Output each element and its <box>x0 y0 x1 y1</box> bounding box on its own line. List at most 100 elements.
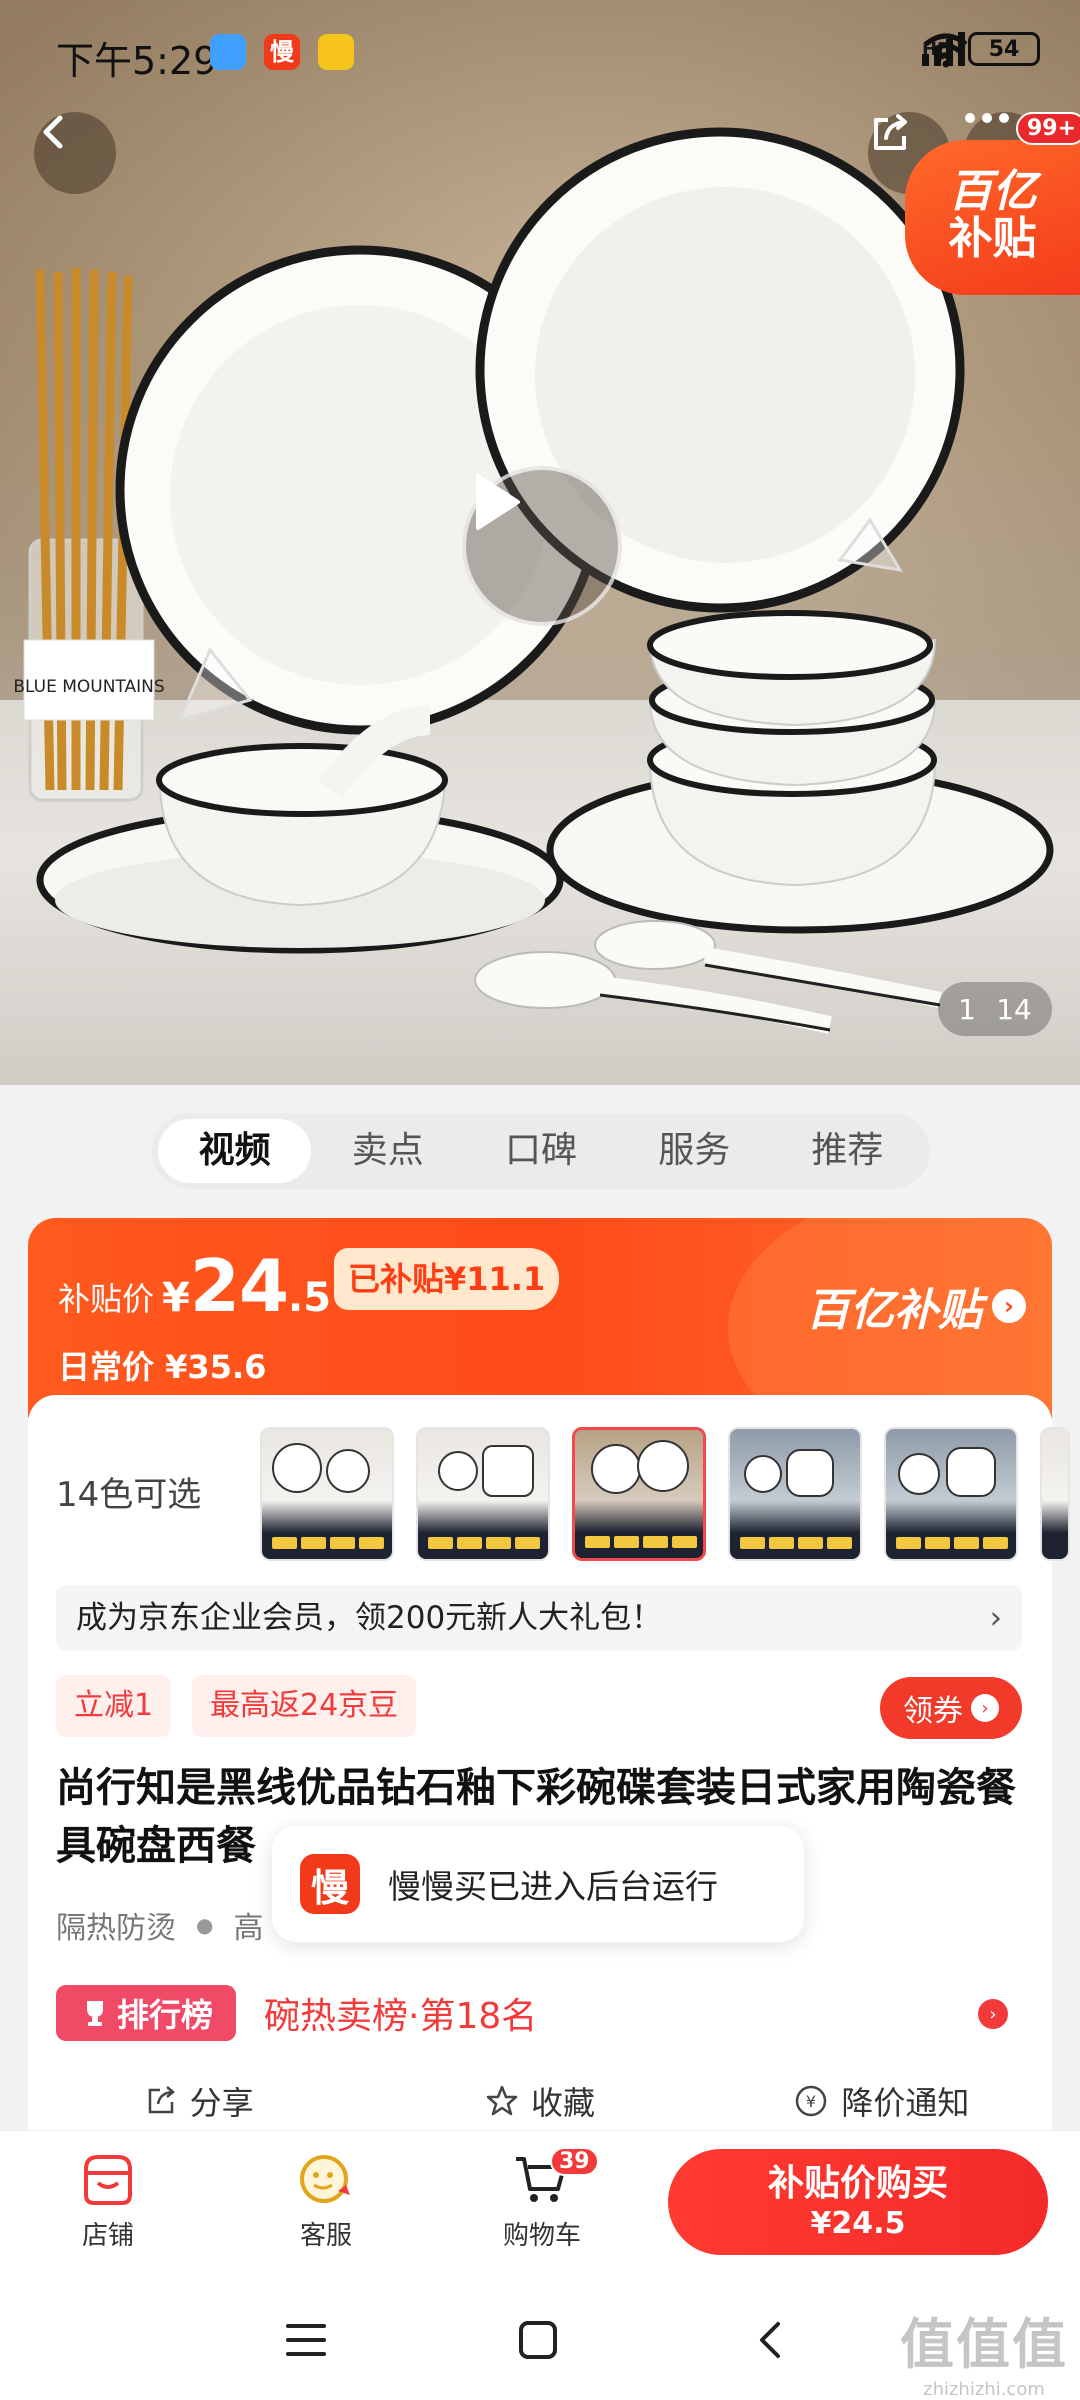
color-thumbnail[interactable] <box>1040 1427 1070 1561</box>
favorite-action[interactable]: 收藏 <box>369 2073 710 2129</box>
subsidy-buy-button[interactable]: 补贴价购买 ¥24.5 <box>668 2149 1048 2255</box>
product-features: 隔热防烫 ● 高 <box>56 1903 263 1947</box>
trophy-icon <box>86 2001 103 2026</box>
shop-icon <box>84 2155 132 2205</box>
bottom-action-bar: 店铺 客服 39 购物车 补贴价购买 ¥24.5 <box>0 2130 1080 2280</box>
color-thumbnail[interactable] <box>884 1427 1018 1561</box>
subsidy-corner-line2: 补贴 <box>948 213 1037 265</box>
subsidy-price-label: 补贴价 <box>58 1280 155 1318</box>
tab-video[interactable]: 视频 <box>158 1119 312 1183</box>
color-options-label[interactable]: 14色可选 <box>56 1467 201 1516</box>
thumb-plate <box>482 1445 534 1497</box>
share-icon <box>148 2086 175 2114</box>
home-icon[interactable] <box>518 2320 558 2360</box>
jingdou-rebate-tag: 最高返24京豆 <box>192 1675 417 1737</box>
color-thumbnails <box>260 1427 1070 1561</box>
thumb-plate <box>272 1443 322 1493</box>
chevron-right-icon: › <box>971 1694 999 1722</box>
tab-service[interactable]: 服务 <box>618 1119 771 1183</box>
subsidy-corner-line1: 百亿 <box>948 166 1037 218</box>
messenger-icon <box>210 34 246 70</box>
enterprise-member-banner[interactable]: 成为京东企业会员，领200元新人大礼包！ › <box>56 1585 1022 1651</box>
page-total: 14 <box>996 992 1032 1026</box>
tab-reviews[interactable]: 口碑 <box>464 1119 617 1183</box>
color-thumbnail[interactable] <box>260 1427 394 1561</box>
status-time: 下午5:29 <box>56 39 218 83</box>
play-icon <box>476 474 520 530</box>
ranking-row[interactable]: 排行榜 碗热卖榜·第18名 › <box>56 1981 1022 2047</box>
manmanmai-icon: 慢 <box>264 34 300 70</box>
manmanmai-app-icon: 慢 <box>300 1854 360 1914</box>
thumb-plate <box>637 1440 689 1492</box>
chevron-right-icon: › <box>978 1999 1008 2029</box>
battery-icon: 54 <box>968 32 1040 66</box>
feature-item: 隔热防烫 <box>56 1911 176 1946</box>
thumb-plate <box>946 1447 996 1497</box>
ranking-badge: 排行榜 <box>56 1985 236 2041</box>
front-right-plate <box>546 610 1054 934</box>
shop-button[interactable]: 店铺 <box>38 2151 178 2252</box>
thumb-plate <box>591 1444 641 1494</box>
spoons <box>474 920 942 1034</box>
customer-service-icon <box>300 2155 350 2203</box>
daily-price: 日常价 ¥35.6 <box>58 1342 266 1388</box>
back-button[interactable] <box>34 112 116 194</box>
buy-button-label: 补贴价购买 <box>767 2163 948 2205</box>
brand-text: 百亿补贴 <box>806 1285 982 1336</box>
wifi-icon <box>924 33 968 68</box>
daily-price-label: 日常价 <box>58 1348 155 1386</box>
billion-subsidy-brand[interactable]: 百亿补贴 › <box>806 1274 1026 1338</box>
favorite-label: 收藏 <box>530 2084 595 2122</box>
product-image-carousel[interactable]: BLUE MOUNTAINS 下午5:29 慢 54 99+ 百亿 补贴 1 1… <box>0 0 1080 1085</box>
product-info-panel: 14色可选 成为京东企业会员，领200元新人大礼包！ › 立减1 最高返24京豆… <box>28 1395 1070 2130</box>
cart-count-badge: 39 <box>550 2147 599 2176</box>
cart-button[interactable]: 39 购物车 <box>472 2147 612 2252</box>
subsidy-amount-chip: 已补贴¥11.1 <box>334 1248 560 1310</box>
color-thumbnail[interactable] <box>416 1427 550 1561</box>
menu-icon[interactable] <box>284 2320 328 2360</box>
thumb-bars <box>740 1537 852 1549</box>
vip-banner-text: 成为京东企业会员，领200元新人大礼包！ <box>76 1600 663 1636</box>
back-nav-icon[interactable] <box>752 2320 788 2360</box>
watermark-url: zhizhizhi.com <box>923 2379 1045 2400</box>
coupon-label: 领券 <box>903 1694 963 1729</box>
price-drop-icon: ¥ <box>796 2085 827 2117</box>
price-drop-alert-action[interactable]: ¥ 降价通知 <box>711 2073 1052 2129</box>
status-right: HD 54 <box>921 32 1040 68</box>
price-drop-label: 降价通知 <box>841 2084 970 2122</box>
thumb-bars <box>585 1536 697 1548</box>
chevron-right-icon: › <box>989 1600 1002 1636</box>
site-watermark: 值值值 zhizhizhi.com <box>900 2300 1068 2400</box>
background-run-toast: 慢 慢慢买已进入后台运行 <box>272 1826 804 1942</box>
thumb-plate <box>898 1453 940 1495</box>
tab-recommend[interactable]: 推荐 <box>771 1119 924 1183</box>
buy-button-price: ¥24.5 <box>810 2205 906 2241</box>
subsidy-price: ¥24.5 <box>162 1244 331 1328</box>
section-tabs: 视频 卖点 口碑 服务 推荐 <box>152 1113 930 1189</box>
page-current: 1 <box>958 992 976 1026</box>
price-card[interactable]: 补贴价 ¥24.5 已补贴¥11.1 日常价 ¥35.6 百亿补贴 › <box>28 1218 1052 1418</box>
ranking-text: 碗热卖榜·第18名 <box>264 1996 538 2037</box>
thumb-bars <box>428 1537 540 1549</box>
thumb-bars <box>272 1537 384 1549</box>
share-icon <box>874 114 907 150</box>
tab-selling-points[interactable]: 卖点 <box>311 1119 464 1183</box>
chevron-left-icon <box>43 115 63 149</box>
service-label: 客服 <box>299 2221 352 2251</box>
thumb-plate <box>786 1449 834 1497</box>
price-integer: 24 <box>189 1244 289 1328</box>
toast-text: 慢慢买已进入后台运行 <box>388 1867 718 1906</box>
color-thumbnail[interactable] <box>728 1427 862 1561</box>
thumb-plate <box>438 1451 478 1491</box>
thumb-bars <box>896 1537 1008 1549</box>
price-decimal: .5 <box>288 1275 332 1321</box>
customer-service-button[interactable]: 客服 <box>256 2151 396 2252</box>
star-icon <box>486 2085 518 2116</box>
jar-label-text: BLUE MOUNTAINS <box>13 677 164 697</box>
share-action[interactable]: 分享 <box>28 2073 369 2129</box>
product-actions: 分享 收藏 ¥ 降价通知 <box>28 2073 1052 2129</box>
subsidy-corner-badge[interactable]: 百亿 补贴 <box>905 140 1080 295</box>
get-coupon-button[interactable]: 领券 › <box>880 1677 1022 1739</box>
play-video-button[interactable] <box>462 466 622 626</box>
color-thumbnail-selected[interactable] <box>572 1427 706 1561</box>
